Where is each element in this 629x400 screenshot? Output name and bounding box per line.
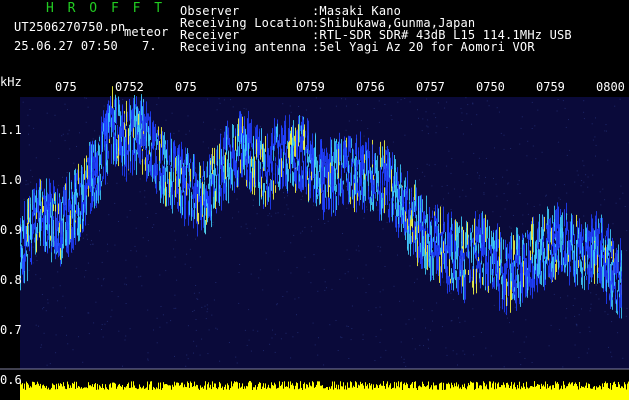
time-tick-1: 075 [55, 80, 77, 94]
time-tick-6: 0756 [356, 80, 385, 94]
time-tick-2: 0752 [115, 80, 144, 94]
freq-unit-label: kHz [0, 75, 22, 89]
time-tick-8: 0750 [476, 80, 505, 94]
freq-tick-2: 1.0 [0, 173, 22, 187]
freq-tick-5: 0.7 [0, 323, 22, 337]
time-tick-7: 0757 [416, 80, 445, 94]
freq-tick-3: 0.9 [0, 223, 22, 237]
time-tick-5: 0759 [296, 80, 325, 94]
freq-tick-1: 1.1 [0, 123, 22, 137]
spectrogram-plot [0, 86, 629, 400]
freq-tick-6: 0.6 [0, 373, 22, 387]
time-tick-10: 0800 [596, 80, 625, 94]
time-tick-9: 0759 [536, 80, 565, 94]
time-tick-3: 075 [175, 80, 197, 94]
freq-tick-4: 0.8 [0, 273, 22, 287]
time-tick-4: 075 [236, 80, 258, 94]
amplitude-bar [20, 381, 629, 400]
